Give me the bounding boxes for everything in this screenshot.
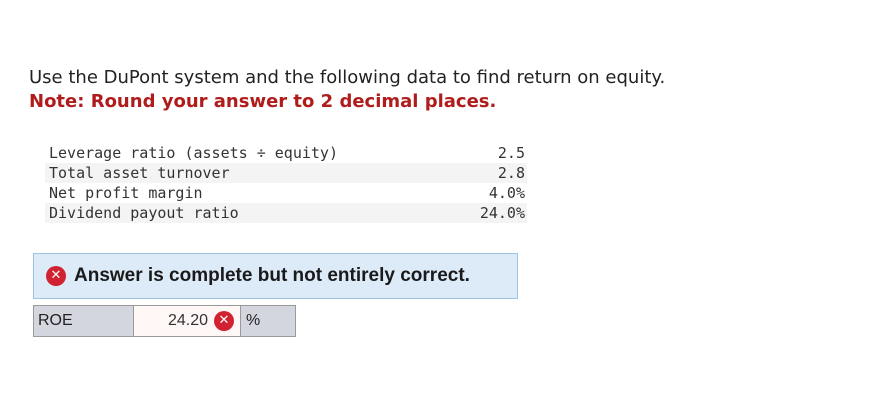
row-label: Net profit margin <box>49 184 203 202</box>
answer-value: 24.20 <box>167 312 208 329</box>
question-text: Use the DuPont system and the following … <box>29 67 666 88</box>
row-value: 2.8 <box>431 163 527 183</box>
row-label: Leverage ratio (assets ÷ equity) <box>49 144 338 162</box>
feedback-message: Answer is complete but not entirely corr… <box>74 265 470 286</box>
row-label: Total asset turnover <box>45 163 431 183</box>
feedback-banner: ✕ Answer is complete but not entirely co… <box>33 253 518 299</box>
row-value: 24.0% <box>431 203 527 223</box>
unit-label: % <box>240 305 296 337</box>
row-label: Dividend payout ratio <box>45 203 431 223</box>
table-row: Net profit margin 4.0% <box>45 183 527 203</box>
table-row: Dividend payout ratio 24.0% <box>45 203 527 223</box>
x-circle-icon: ✕ <box>46 266 66 286</box>
answer-input[interactable]: 24.20 ✕ <box>134 305 240 337</box>
incorrect-x-icon: ✕ <box>214 311 234 331</box>
roe-label: ROE <box>33 305 134 337</box>
table-row: Leverage ratio (assets ÷ equity) 2.5 <box>45 143 527 163</box>
row-value: 4.0% <box>488 184 525 202</box>
answer-row: ROE 24.20 ✕ % <box>33 305 296 337</box>
table-row: Total asset turnover 2.8 <box>45 163 527 183</box>
given-data-table: Leverage ratio (assets ÷ equity) 2.5 Tot… <box>45 143 527 223</box>
row-value: 2.5 <box>497 144 525 162</box>
rounding-note: Note: Round your answer to 2 decimal pla… <box>29 91 497 112</box>
